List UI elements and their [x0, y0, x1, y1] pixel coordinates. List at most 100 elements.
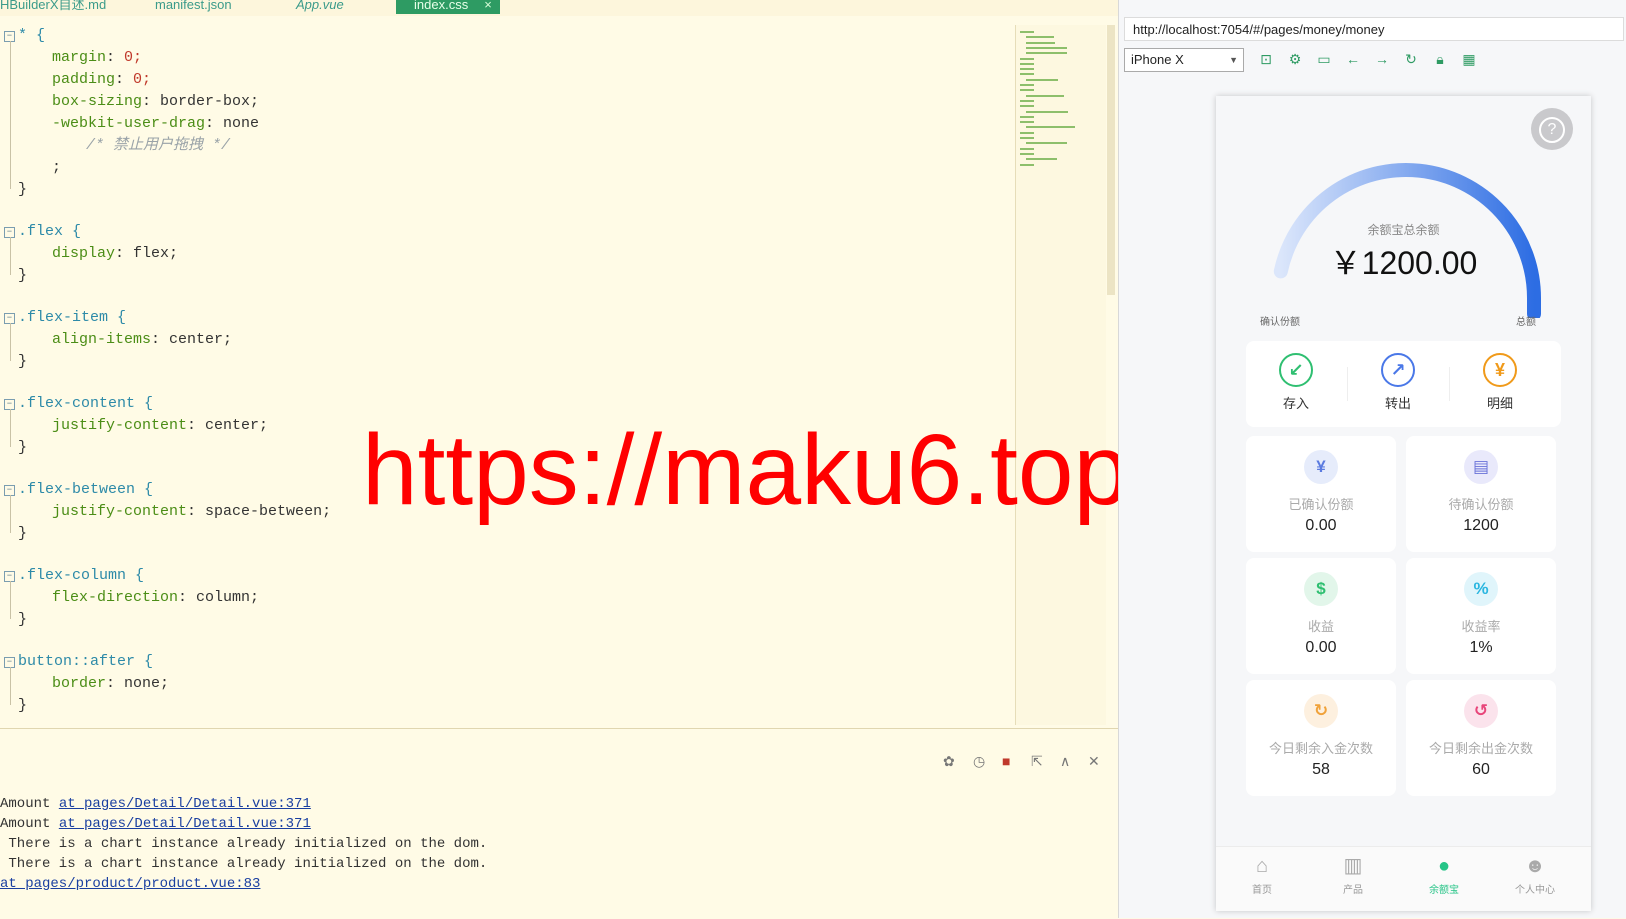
tab-person[interactable]: ☻ 个人中心 [1495, 855, 1575, 896]
action-yen-button[interactable]: ¥ 明细 [1460, 353, 1540, 412]
stat-label: 收益 [1307, 619, 1334, 634]
browser-preview: http://localhost:7054/#/pages/money/mone… [1118, 0, 1626, 918]
code-plain-line: ; [52, 159, 62, 176]
stat-value: 0.00 [1305, 639, 1337, 656]
minimap-line [1020, 163, 1034, 166]
minimap-line [1020, 121, 1034, 124]
stat-label: 待确认份额 [1448, 497, 1514, 512]
stat-card[interactable]: ↺ 今日剩余出金次数 60 [1406, 680, 1556, 796]
colon: : [106, 675, 125, 692]
minimap-line [1026, 158, 1057, 161]
action-arrow-up-right-button[interactable]: ↗ 转出 [1358, 353, 1438, 412]
css-value: border-box; [160, 93, 260, 110]
action-bar: ↙ 存入 ↗ 转出 ¥ 明细 [1246, 341, 1561, 427]
indent-guide [10, 495, 11, 533]
close-icon[interactable]: × [484, 0, 492, 12]
tab-manifest-json[interactable]: manifest.json [155, 0, 232, 14]
console-icon[interactable]: ▭ [1315, 50, 1333, 68]
tab-label: 首页 [1252, 885, 1272, 896]
indent-guide [10, 667, 11, 705]
stat-card[interactable]: ¥ 已确认份额 0.00 [1246, 436, 1396, 552]
tab-app-vue[interactable]: App.vue [296, 0, 344, 14]
code-selector-line: − .flex-item { [4, 307, 127, 329]
help-button[interactable]: ? [1531, 108, 1573, 150]
css-property: -webkit-user-drag [52, 115, 206, 132]
minimap-line [1020, 105, 1034, 108]
clock-icon[interactable]: ◷ [973, 753, 985, 770]
css-selector: button::after { [18, 653, 154, 670]
tab-bar-chart[interactable]: ▥ 产品 [1313, 855, 1393, 896]
stat-card[interactable]: ▤ 待确认份额 1200 [1406, 436, 1556, 552]
code-declaration-line: padding: 0; [52, 69, 151, 91]
bug-icon[interactable]: ✿ [943, 753, 955, 770]
tab-piggy-bank[interactable]: ● 余额宝 [1404, 855, 1484, 896]
minimap-line [1020, 147, 1034, 150]
stat-icon: ↻ [1304, 694, 1338, 728]
css-property: border [52, 675, 107, 692]
rotate-icon[interactable]: ⊡ [1257, 50, 1275, 68]
code-area[interactable]: − * {margin: 0; padding: 0; box-sizing: bor… [0, 25, 1010, 725]
css-property: margin [52, 49, 107, 66]
console-line: There is a chart instance already initia… [0, 836, 487, 852]
console-text: There is a chart instance already initia… [0, 836, 488, 852]
device-select[interactable]: iPhone X ▼ [1124, 48, 1244, 72]
stat-icon: % [1464, 572, 1498, 606]
stat-card[interactable]: % 收益率 1% [1406, 558, 1556, 674]
minimap-line [1026, 126, 1075, 129]
lock-icon[interactable]: 🔒︎ [1431, 50, 1449, 68]
forward-arrow-icon[interactable]: → [1373, 50, 1391, 68]
arrow-up-right-icon: ↗ [1381, 353, 1415, 387]
code-declaration-line: align-items: center; [52, 329, 232, 351]
css-selector: * { [18, 27, 46, 44]
url-bar[interactable]: http://localhost:7054/#/pages/money/mone… [1124, 17, 1624, 41]
indent-guide [10, 581, 11, 619]
indent-guide [10, 237, 11, 275]
arrow-down-left-icon: ↙ [1279, 353, 1313, 387]
code-selector-line: − .flex-between { [4, 479, 153, 501]
phone-viewport: ? 余额宝总余额 ￥1200.00 确认份额 总额 ↙ 存入 ↗ 转出 ¥ 明细 ¥ 已确认… [1216, 96, 1591, 911]
css-value: flex; [133, 245, 179, 262]
code-declaration-line: justify-content: space-between; [52, 501, 331, 523]
css-property: justify-content [52, 503, 188, 520]
colon: : [115, 71, 134, 88]
chevron-down-icon: ▼ [1229, 55, 1238, 65]
stat-card[interactable]: ↻ 今日剩余入金次数 58 [1246, 680, 1396, 796]
chevron-up-icon[interactable]: ∧ [1060, 753, 1070, 770]
stat-card[interactable]: $ 收益 0.00 [1246, 558, 1396, 674]
settings-icon[interactable]: ⚙ [1286, 50, 1304, 68]
css-property: align-items [52, 331, 152, 348]
stat-label: 收益率 [1461, 619, 1501, 634]
tab-hbuilderx-readme[interactable]: HBuilderX自述.md [0, 0, 106, 14]
back-arrow-icon[interactable]: ← [1344, 50, 1362, 68]
code-selector-line: − .flex { [4, 221, 81, 243]
source-link[interactable]: at pages/product/product.vue:83 [0, 876, 260, 892]
tab-index-css[interactable]: index.css × [396, 0, 500, 14]
source-link[interactable]: at pages/Detail/Detail.vue:371 [59, 816, 311, 832]
code-selector-line: − .flex-column { [4, 565, 144, 587]
export-icon[interactable]: ⇱ [1031, 753, 1043, 770]
stat-icon: ▤ [1464, 450, 1498, 484]
stop-icon[interactable]: ■ [1002, 753, 1010, 769]
action-label: 转出 [1384, 396, 1411, 411]
code-selector-line: − .flex-content { [4, 393, 153, 415]
minimap-line [1026, 78, 1058, 81]
source-link[interactable]: at pages/Detail/Detail.vue:371 [59, 796, 311, 812]
gauge-value: ￥1200.00 [1329, 245, 1478, 281]
tab-home[interactable]: ⌂ 首页 [1222, 855, 1302, 896]
gauge-max-label: 总额 [1516, 317, 1536, 328]
editor-scrollbar[interactable] [1107, 25, 1115, 295]
clear-console-icon[interactable]: ✕ [1088, 753, 1100, 770]
refresh-icon[interactable]: ↻ [1402, 50, 1420, 68]
minimap-line [1020, 57, 1034, 60]
code-close-brace: } [18, 267, 28, 284]
qr-code-icon[interactable]: ▦ [1460, 50, 1478, 68]
css-value: center; [205, 417, 269, 434]
minimap-line [1026, 41, 1055, 44]
action-arrow-down-left-button[interactable]: ↙ 存入 [1256, 353, 1336, 412]
console-line: at pages/product/product.vue:83 [0, 876, 260, 892]
code-editor[interactable]: HBuilderX自述.md manifest.json App.vue ind… [0, 0, 1118, 728]
minimap[interactable] [1015, 25, 1106, 725]
css-selector: .flex-item { [18, 309, 127, 326]
minimap-line [1020, 152, 1034, 155]
css-value: none [223, 115, 260, 132]
